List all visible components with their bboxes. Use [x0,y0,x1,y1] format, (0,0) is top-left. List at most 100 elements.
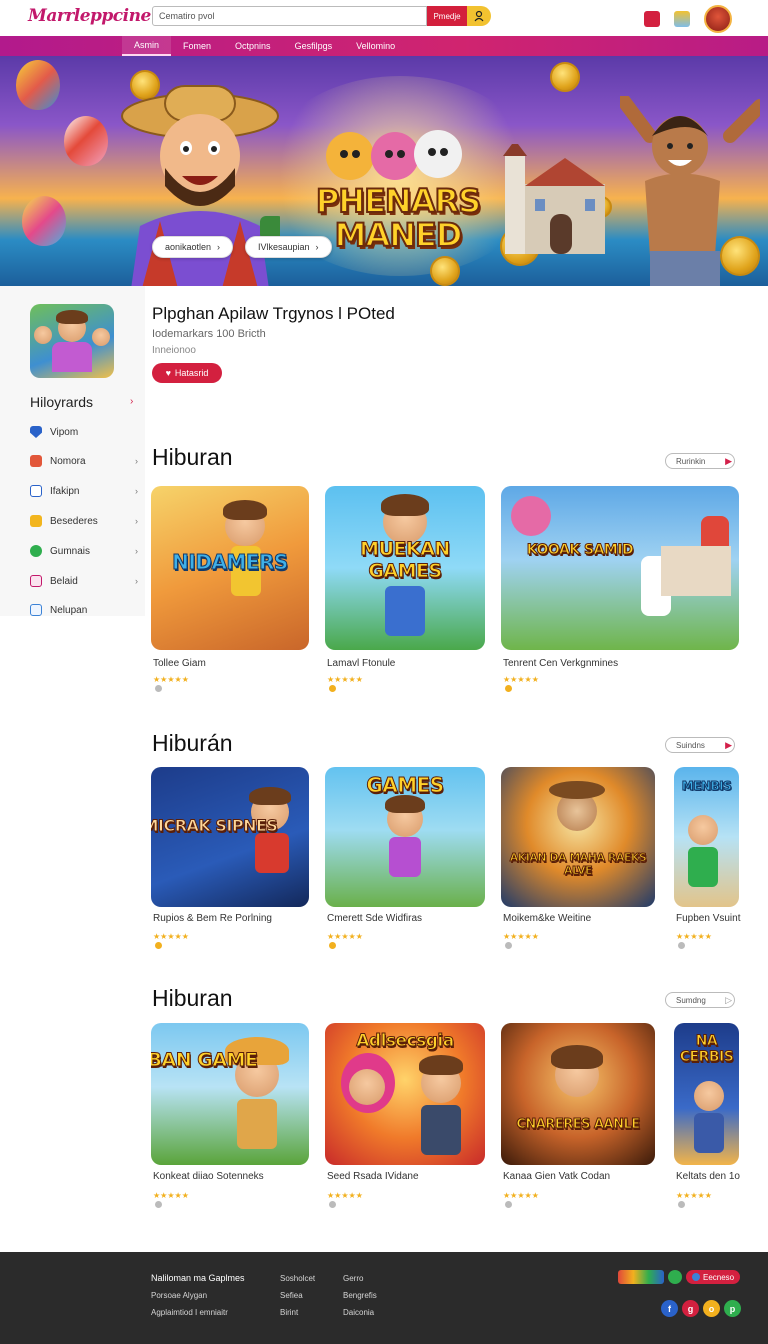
game-thumbnail[interactable]: NA CERBIS [674,1023,739,1165]
facebook-icon[interactable]: f [661,1300,678,1317]
shield-icon [30,426,42,438]
search-bar: Pmedje [152,6,494,26]
trophy-icon[interactable] [674,11,690,27]
top-header: Marrleppcine Pmedje [0,0,768,36]
chevron-right-icon: › [135,546,138,556]
google-icon[interactable]: g [682,1300,699,1317]
footer-link[interactable]: Sefiea [280,1287,315,1304]
game-card-name: Rupios & Bem Re Porlning [153,913,272,924]
section-more-button[interactable]: Sumdng ▷ [665,992,735,1008]
game-thumbnail[interactable]: CNARERES AANLE [501,1023,655,1165]
game-thumbnail[interactable]: KOOAK SAMID [501,486,739,650]
game-thumbnail[interactable]: AKIAN DA MAHA RAEKS ALVE [501,767,655,907]
thumbnail-title: MICRAK SIPNES [151,816,278,835]
rating-dot-icon [505,685,512,692]
download-badge[interactable]: Eecneso [686,1270,741,1284]
chevron-right-icon: › [217,242,221,252]
sidebar-item-besederes[interactable]: Besederes › [30,513,138,529]
sidebar-item-belaid[interactable]: Belaid › [30,573,138,589]
rating-stars: ★★★★★ [503,932,539,950]
hero-button-2[interactable]: IVlkesaupian › [245,236,332,258]
nav-item-asmin[interactable]: Asmin [122,36,172,56]
sidebar-item-label: Nomora [50,455,86,467]
game-card-name: Fupben Vsuint [676,913,741,924]
hero-title-line1: PHENARS [315,182,482,220]
game-thumbnail[interactable]: MIBAN GAME [151,1023,309,1165]
google-glyph: g [687,1303,694,1314]
sidebar-heading: Hiloyrards [30,394,94,410]
game-thumbnail[interactable]: Adlsecsgia [325,1023,485,1165]
game-thumbnail[interactable]: NIDAMERS [151,486,309,650]
footer-link[interactable]: Gerro [343,1270,377,1287]
nav-item-fomen[interactable]: Fomen [171,36,223,56]
rating-dot-icon [155,1201,162,1208]
sidebar-item-nelupan[interactable]: Nelupan [30,602,138,618]
coin-image [550,62,580,92]
thumbnail-title: CNARERES AANLE [516,1117,641,1133]
thumbnail-title: NIDAMERS [172,550,289,575]
notification-icon[interactable] [644,11,660,27]
sidebar-item-label: Vipom [50,426,79,438]
sidebar-item-gumnais[interactable]: Gumnais › [30,543,138,559]
profile-meta: Inneionoo [152,345,196,356]
game-thumbnail[interactable]: MICRAK SIPNES [151,767,309,907]
thumbnail-title: AKIAN DA MAHA RAEKS ALVE [509,851,647,878]
footer: Naliloman ma Gaplmes Porsoae Alygan Agpl… [0,1252,768,1344]
play-badge-icon[interactable] [668,1270,682,1284]
thumbnail-title: Adlsecsgia [356,1031,455,1052]
balloon-image [22,196,66,246]
section-more-label: Sumdng [676,995,706,1005]
rating-dot-icon [678,942,685,949]
rating-stars: ★★★★★ [676,1191,712,1209]
footer-column-3: Gerro Bengrefis Daiconia [343,1270,377,1321]
footer-link[interactable]: Porsoae Alygan [151,1287,245,1304]
sidebar-item-nomora[interactable]: Nomora › [30,453,138,469]
chevron-right-icon: › [135,576,138,586]
sidebar-item-label: Besederes [50,515,98,527]
hero-button-1[interactable]: aonikaotlen › [152,236,234,258]
search-button[interactable]: Pmedje [427,6,467,26]
location-icon[interactable]: p [724,1300,741,1317]
game-thumbnail[interactable]: MENBIS [674,767,739,907]
download-badge-label: Eecneso [703,1272,735,1282]
chevron-right-icon[interactable]: › [130,396,133,407]
mascots-image [326,130,462,180]
footer-link[interactable]: Daiconia [343,1304,377,1321]
game-thumbnail[interactable]: GAMES [325,767,485,907]
chevron-right-icon: ▶ [725,739,732,750]
nav-item-octpnins[interactable]: Octpnins [223,36,283,56]
header-icons [644,5,732,33]
footer-link[interactable]: Sosholcet [280,1270,315,1287]
rating-dot-icon [329,1201,336,1208]
section-title: Hiburan [152,444,233,470]
nav-item-vellomino[interactable]: Vellomino [344,36,407,56]
game-card-name: Keltats den 1o [676,1171,740,1182]
profile-thumbnail[interactable] [30,304,114,378]
chevron-right-icon: › [315,242,319,252]
store-badge-icon[interactable] [618,1270,664,1284]
instagram-icon[interactable]: o [703,1300,720,1317]
info-icon [30,485,42,497]
hero-banner[interactable]: PHENARS MANED [0,56,768,286]
section-more-button[interactable]: Rurinkin ▶ [665,453,735,469]
profile-button-label: Hatasrid [174,368,209,378]
section-title: Hiburan [152,985,233,1011]
rating-dot-icon [329,685,336,692]
site-logo[interactable]: Marrleppcine [28,6,151,26]
footer-link[interactable]: Birint [280,1304,315,1321]
search-input[interactable] [152,6,427,26]
footer-link[interactable]: Agplaimtiod I emniaitr [151,1304,245,1321]
sidebar-item-vipom[interactable]: Vipom [30,424,138,440]
footer-link[interactable]: Bengrefis [343,1287,377,1304]
game-thumbnail[interactable]: MUEKAN GAMES [325,486,485,650]
chevron-right-icon: ▶ [725,455,732,466]
heart-icon: ♥ [165,368,171,378]
chevron-right-icon: › [135,486,138,496]
avatar[interactable] [704,5,732,33]
section-more-button[interactable]: Suindns ▶ [665,737,735,753]
sidebar-item-ifakipn[interactable]: Ifakipn › [30,483,138,499]
user-search-icon[interactable] [467,6,491,26]
nav-item-gesfilpgs[interactable]: Gesfilpgs [283,36,345,56]
profile-subtitle: Iodemarkars 100 Bricth [152,328,266,340]
profile-action-button[interactable]: ♥ Hatasrid [152,363,222,383]
